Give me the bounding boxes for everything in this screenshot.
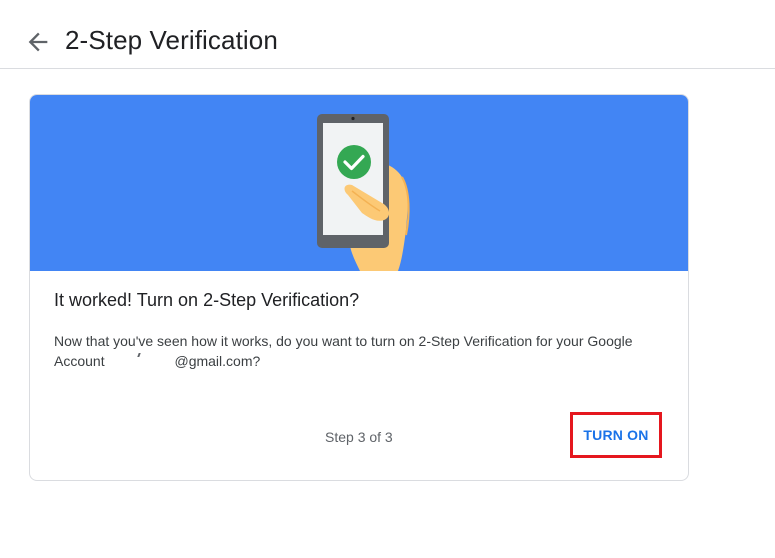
turn-on-button[interactable]: TURN ON <box>573 415 659 455</box>
redacted-email <box>108 355 175 370</box>
turn-on-highlight: TURN ON <box>570 412 662 458</box>
back-button[interactable] <box>24 28 52 56</box>
arrow-back-icon <box>28 32 48 52</box>
verification-card: It worked! Turn on 2-Step Verification? … <box>29 94 689 481</box>
description-line-2: Account @gmail.com? <box>54 351 654 371</box>
description-line-1: Now that you've seen how it works, do yo… <box>54 333 633 349</box>
page-header: 2-Step Verification <box>0 0 775 69</box>
account-label: Account <box>54 353 109 369</box>
banner-illustration <box>30 95 688 271</box>
card-description: Now that you've seen how it works, do yo… <box>54 331 654 371</box>
email-domain: @gmail.com? <box>174 353 261 369</box>
step-indicator: Step 3 of 3 <box>325 429 393 445</box>
card-heading: It worked! Turn on 2-Step Verification? <box>54 290 360 310</box>
page-title: 2-Step Verification <box>65 25 278 55</box>
